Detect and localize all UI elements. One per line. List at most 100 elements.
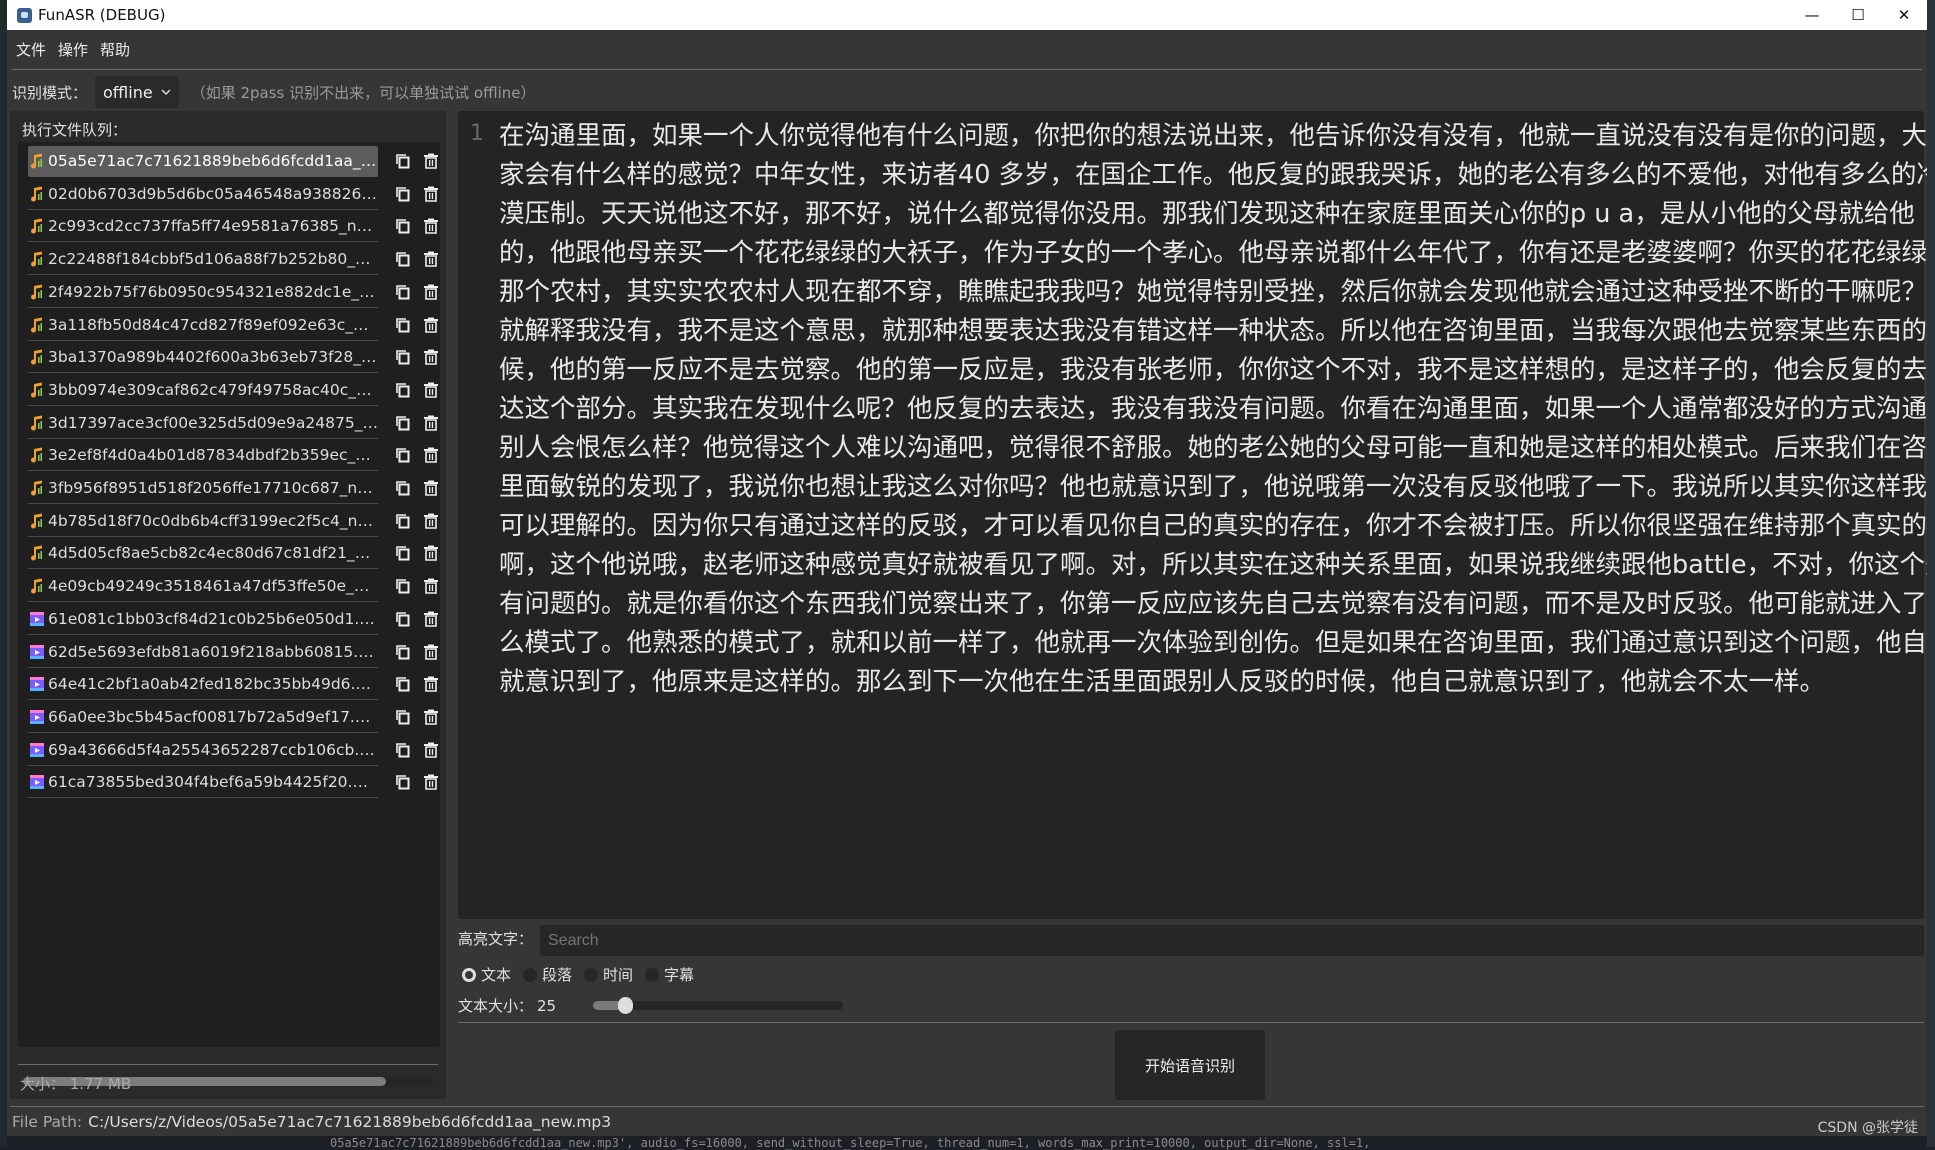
- maximize-button[interactable]: ☐: [1835, 0, 1881, 30]
- file-list-item[interactable]: 02d0b6703d9b5d6bc05a46548a938826_n...: [28, 179, 378, 210]
- file-list-item[interactable]: 2c22488f184cbbf5d106a88f7b252b80_ne...: [28, 244, 378, 276]
- copy-icon[interactable]: [395, 317, 411, 333]
- trash-icon[interactable]: [423, 447, 439, 464]
- audio-file-icon: [31, 251, 42, 267]
- trash-icon[interactable]: [423, 284, 439, 300]
- copy-icon[interactable]: [395, 545, 411, 561]
- menu-operate[interactable]: 操作: [58, 39, 88, 60]
- copy-icon[interactable]: [395, 611, 411, 627]
- watermark: CSDN @张学徒: [1817, 1120, 1918, 1136]
- app-window: FunASR (DEBUG) — ☐ ✕ 文件 操作 帮助 识别模式： offl…: [7, 0, 1927, 1136]
- trash-icon[interactable]: [423, 742, 439, 758]
- menu-help[interactable]: 帮助: [100, 39, 130, 60]
- file-name: 4b785d18f70c0db6b4cff3199ec2f5c4_ne...: [48, 511, 378, 530]
- trash-icon[interactable]: [423, 578, 439, 594]
- start-recognition-button[interactable]: 开始语音识别: [1115, 1030, 1265, 1100]
- file-list-item[interactable]: 3bb0974e309caf862c479f49758ac40c_ne...: [28, 375, 378, 406]
- file-list-item[interactable]: 3e2ef8f4d0a4b01d87834dbdf2b359ec_ne...: [28, 440, 378, 472]
- file-list-item[interactable]: 61ca73855bed304f4bef6a59b4425f20.mp4: [28, 767, 378, 799]
- close-button[interactable]: ✕: [1881, 0, 1927, 30]
- trash-icon[interactable]: [423, 218, 439, 235]
- trash-icon[interactable]: [423, 349, 439, 365]
- trash-icon[interactable]: [423, 676, 439, 692]
- menu-file[interactable]: 文件: [16, 39, 46, 60]
- copy-icon[interactable]: [395, 349, 411, 365]
- copy-icon[interactable]: [395, 480, 411, 496]
- trash-icon[interactable]: [423, 382, 439, 398]
- window-title: FunASR (DEBUG): [38, 6, 166, 24]
- highlight-search-input[interactable]: [540, 925, 1924, 956]
- copy-icon[interactable]: [395, 709, 411, 725]
- mode-select[interactable]: offline: [95, 76, 179, 108]
- line-number: 1: [470, 121, 484, 146]
- file-name: 62d5e5693efdb81a6019f218abb60815.mp4: [48, 642, 378, 661]
- slider-handle[interactable]: [618, 997, 633, 1014]
- trash-icon[interactable]: [423, 186, 439, 202]
- file-list-item[interactable]: 64e41c2bf1a0ab42fed182bc35bb49d6.mp4: [28, 669, 378, 701]
- transcript-line: 啊，这个他说哦，赵老师这种感觉真好就被看见了啊。对，所以其实在这种关系里面，如果…: [499, 550, 1927, 580]
- copy-icon[interactable]: [395, 218, 411, 234]
- file-list-item[interactable]: 3ba1370a989b4402f600a3b63eb73f28_ne...: [28, 342, 378, 374]
- copy-icon[interactable]: [395, 186, 411, 202]
- file-name: 2c993cd2cc737ffa5ff74e9581a76385_new...: [48, 217, 378, 236]
- font-size-slider[interactable]: [593, 997, 843, 1014]
- minimize-button[interactable]: —: [1789, 0, 1835, 30]
- copy-icon[interactable]: [395, 447, 411, 463]
- trash-icon[interactable]: [423, 153, 439, 169]
- copy-icon[interactable]: [395, 284, 411, 300]
- file-list-item[interactable]: 66a0ee3bc5b45acf00817b72a5d9ef17.mp4: [28, 702, 378, 733]
- file-list-item[interactable]: 4b785d18f70c0db6b4cff3199ec2f5c4_ne...: [28, 506, 378, 537]
- trash-icon[interactable]: [423, 774, 439, 791]
- trash-icon[interactable]: [423, 709, 439, 725]
- trash-icon[interactable]: [423, 611, 439, 627]
- trash-icon[interactable]: [423, 513, 439, 529]
- trash-icon[interactable]: [423, 545, 439, 562]
- view-mode-group: 文本 段落 时间 字幕: [462, 964, 694, 985]
- transcript-text[interactable]: 在沟通里面，如果一个人你觉得他有什么问题，你把你的想法说出来，他告诉你没有没有，…: [499, 117, 1927, 702]
- file-list-item[interactable]: 3d17397ace3cf00e325d5d09e9a24875_ne...: [28, 408, 378, 439]
- file-list-item[interactable]: 61e081c1bb03cf84d21c0b25b6e050d1.mp4: [28, 604, 378, 635]
- radio-indicator: [645, 967, 660, 982]
- transcript-line: 的，他跟他母亲买一个花花绿绿的大袄子，作为子女的一个孝心。他母亲说都什么年代了，…: [499, 238, 1927, 268]
- file-list-item[interactable]: 4d5d05cf8ae5cb82c4ec80d67c81df21_ne...: [28, 538, 378, 570]
- radio-subtitle[interactable]: 字幕: [645, 964, 694, 985]
- copy-icon[interactable]: [395, 676, 411, 692]
- trash-icon[interactable]: [423, 317, 439, 333]
- file-name: 05a5e71ac7c71621889beb6d6fcdd1aa_ne...: [48, 152, 378, 170]
- radio-label: 段落: [542, 966, 573, 984]
- file-name: 61ca73855bed304f4bef6a59b4425f20.mp4: [48, 773, 378, 792]
- audio-file-icon: [31, 284, 42, 300]
- trash-icon[interactable]: [423, 415, 439, 431]
- file-list-item[interactable]: 2f4922b75f76b0950c954321e882dc1e_ne...: [28, 277, 378, 308]
- copy-icon[interactable]: [395, 644, 411, 660]
- file-list-item[interactable]: 3fb956f8951d518f2056ffe17710c687_new...: [28, 473, 378, 504]
- highlight-row: 高亮文字：: [458, 928, 533, 949]
- trash-icon[interactable]: [423, 644, 439, 660]
- radio-paragraph[interactable]: 段落: [523, 964, 572, 985]
- trash-icon[interactable]: [423, 251, 439, 267]
- file-list-item[interactable]: 69a43666d5f4a25543652287ccb106cb.mp4: [28, 735, 378, 766]
- file-list-item[interactable]: 62d5e5693efdb81a6019f218abb60815.mp4: [28, 637, 378, 668]
- copy-icon[interactable]: [395, 742, 411, 758]
- transcript-editor[interactable]: 1 在沟通里面，如果一个人你觉得他有什么问题，你把你的想法说出来，他告诉你没有没…: [458, 111, 1927, 919]
- file-list-item[interactable]: 05a5e71ac7c71621889beb6d6fcdd1aa_ne...: [28, 146, 378, 177]
- copy-icon[interactable]: [395, 415, 411, 431]
- file-list: 05a5e71ac7c71621889beb6d6fcdd1aa_ne... 02…: [18, 142, 440, 1086]
- radio-time[interactable]: 时间: [584, 964, 633, 985]
- copy-icon[interactable]: [395, 153, 411, 169]
- copy-icon[interactable]: [395, 578, 411, 594]
- copy-icon[interactable]: [395, 251, 411, 267]
- copy-icon[interactable]: [395, 774, 411, 790]
- controls-divider: [458, 1022, 1924, 1023]
- copy-icon[interactable]: [395, 513, 411, 529]
- file-name: 02d0b6703d9b5d6bc05a46548a938826_n...: [48, 184, 378, 203]
- file-list-item[interactable]: 3a118fb50d84c47cd827f89ef092e63c_ne...: [28, 310, 378, 341]
- file-queue-panel: 执行文件队列： 05a5e71ac7c71621889beb6d6fcdd1aa…: [10, 111, 446, 1099]
- transcript-line: 里面敏锐的发现了，我说你也想让我这么对你吗？他也就意识到了，他说哦第一次没有反驳…: [499, 472, 1927, 502]
- trash-icon[interactable]: [423, 480, 439, 496]
- copy-icon[interactable]: [395, 382, 411, 398]
- file-list-item[interactable]: 2c993cd2cc737ffa5ff74e9581a76385_new...: [28, 211, 378, 243]
- file-list-item[interactable]: 4e09cb49249c3518461a47df53ffe50e_ne...: [28, 571, 378, 603]
- radio-text[interactable]: 文本: [462, 964, 511, 985]
- file-name: 3fb956f8951d518f2056ffe17710c687_new...: [48, 479, 378, 497]
